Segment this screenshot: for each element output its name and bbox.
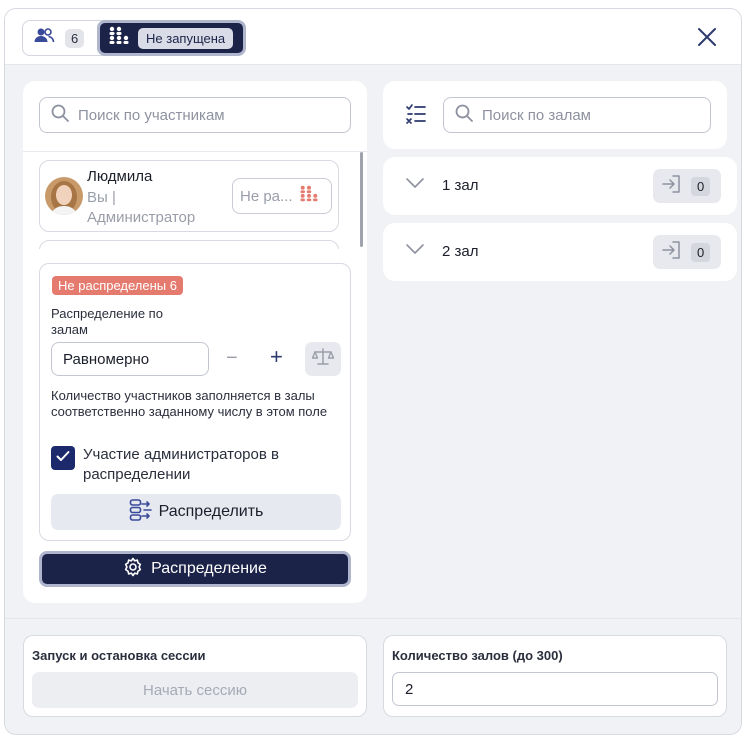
avatar [45, 177, 83, 215]
tab-participants[interactable]: 6 [27, 24, 89, 52]
hall-name: 1 зал [442, 177, 479, 194]
participant-card[interactable]: Людмила Вы | Администратор Не ра... [39, 160, 339, 232]
distribution-box: Не распределены 6 Распределение по залам… [39, 263, 351, 541]
login-icon [661, 240, 683, 264]
distribution-mode-value: Равномерно [63, 350, 150, 368]
balance-button[interactable] [305, 342, 341, 376]
distribution-settings-label: Распределение [151, 560, 267, 577]
participant-hall-placeholder: Не ра... [240, 187, 293, 205]
distribution-mode-label: Распределение по залам [51, 306, 163, 337]
chevron-down-icon[interactable] [405, 176, 425, 194]
chevron-down-icon[interactable] [405, 242, 425, 260]
distribution-mode-select[interactable]: Равномерно [51, 342, 209, 376]
gear-icon [123, 557, 143, 582]
participants-search-placeholder: Поиск по участникам [78, 106, 225, 124]
increment-button[interactable]: + [270, 346, 283, 368]
participants-count-badge: 6 [65, 28, 85, 48]
hall-row[interactable]: 1 зал 0 [383, 157, 737, 215]
participants-search-input[interactable]: Поиск по участникам [39, 97, 351, 133]
distribute-button-label: Распределить [158, 503, 264, 520]
footer: Запуск и остановка сессии Начать сессию … [5, 619, 741, 734]
close-icon[interactable] [695, 25, 719, 49]
checklist-filter-icon[interactable] [405, 103, 427, 129]
hall-participant-count: 0 [691, 242, 711, 262]
check-icon [55, 448, 71, 468]
participant-role-line2: Администратор [87, 209, 196, 226]
hall-row[interactable]: 2 зал 0 [383, 223, 737, 281]
search-icon [454, 103, 474, 127]
include-admins-label: Участие администраторов в распределении [83, 446, 279, 483]
header-tabs: 6 Не запущена [22, 20, 246, 56]
halls-search-input[interactable]: Поиск по залам [443, 97, 711, 133]
include-admins-checkbox[interactable] [51, 446, 75, 470]
start-session-button[interactable]: Начать сессию [32, 672, 358, 708]
header: 6 Не запущена [5, 9, 741, 65]
hall-name: 2 зал [442, 243, 479, 260]
participant-role: Вы | Администратор [87, 188, 217, 228]
distribute-button[interactable]: Распределить [51, 494, 341, 530]
unassigned-badge: Не распределены 6 [52, 276, 183, 295]
main-area: Поиск по участникам Людмила Вы | Админис… [5, 65, 741, 619]
session-control-title: Запуск и остановка сессии [32, 648, 206, 663]
participant-role-line1: Вы | [87, 189, 116, 206]
participant-hall-select[interactable]: Не ра... [232, 178, 332, 214]
distribution-settings-button[interactable]: Распределение [39, 551, 351, 587]
groups-icon [299, 185, 319, 207]
distribute-icon [129, 498, 153, 527]
halls-search-placeholder: Поиск по залам [482, 106, 591, 124]
users-icon [33, 27, 55, 49]
participants-panel: Поиск по участникам Людмила Вы | Админис… [23, 81, 367, 603]
halls-toolbar: Поиск по залам [383, 81, 727, 149]
participant-name: Людмила [87, 168, 153, 185]
scales-icon [311, 347, 335, 371]
participant-card[interactable] [39, 240, 339, 249]
halls-count-card: Количество залов (до 300) 2 [383, 635, 727, 717]
tab-session-status[interactable]: Не запущена [97, 20, 246, 56]
halls-count-input[interactable]: 2 [392, 672, 718, 706]
session-control-card: Запуск и остановка сессии Начать сессию [23, 635, 367, 717]
enter-hall-button[interactable]: 0 [653, 169, 721, 203]
search-icon [50, 103, 70, 127]
distribution-hint: Количество участников заполняется в залы… [51, 388, 328, 419]
session-status-badge: Не запущена [138, 27, 234, 49]
enter-hall-button[interactable]: 0 [653, 235, 721, 269]
session-window: 6 Не запущена Поиск по участникам Людмил… [4, 8, 742, 735]
login-icon [661, 174, 683, 198]
participants-list[interactable]: Людмила Вы | Администратор Не ра... [23, 151, 367, 249]
halls-count-title: Количество залов (до 300) [392, 648, 563, 663]
hall-participant-count: 0 [691, 176, 711, 196]
decrement-button[interactable]: − [226, 348, 238, 368]
groups-icon [108, 26, 130, 50]
list-scrollbar[interactable] [360, 152, 363, 247]
